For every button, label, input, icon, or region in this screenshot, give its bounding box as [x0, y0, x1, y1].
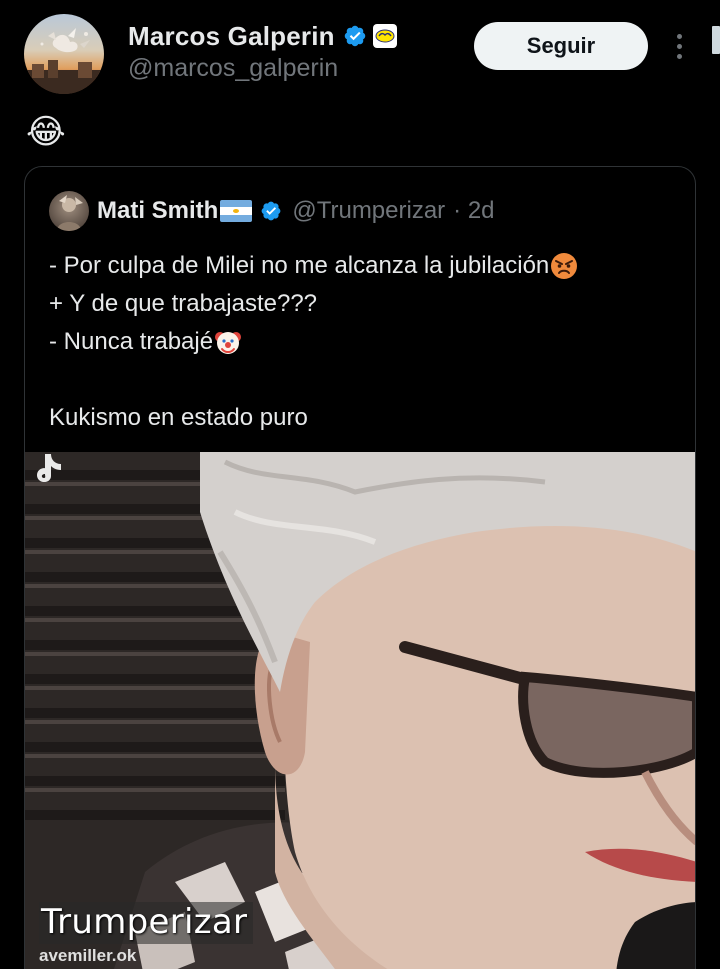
- dot: [676, 33, 682, 39]
- clown-face-icon: [215, 332, 242, 354]
- video-watermark-user: avemiller.ok: [39, 946, 137, 965]
- quoted-text: - Por culpa de Milei no me alcanza la ju…: [49, 247, 689, 437]
- quoted-display-name[interactable]: Mati Smith: [97, 197, 218, 225]
- more-options-icon[interactable]: [668, 28, 690, 64]
- quoted-line: + Y de que trabajaste???: [49, 285, 689, 323]
- avatar-image: [24, 28, 104, 94]
- quoted-line: - Por culpa de Milei no me alcanza la ju…: [49, 247, 689, 285]
- author-display-name[interactable]: Marcos Galperin: [128, 21, 335, 52]
- author-handle[interactable]: @marcos_galperin: [128, 54, 338, 83]
- follow-button[interactable]: Seguir: [474, 22, 648, 70]
- quoted-line-text: + Y de que trabajaste???: [49, 290, 318, 317]
- quoted-timestamp[interactable]: · 2d: [453, 197, 494, 225]
- quoted-line: Kukismo en estado puro: [49, 399, 689, 437]
- quoted-line-text: - Nunca trabajé: [49, 328, 214, 355]
- angry-face-icon: [551, 253, 578, 279]
- affiliate-logo-icon: [375, 29, 395, 43]
- verified-badge-icon[interactable]: [260, 200, 282, 222]
- quoted-video[interactable]: Trumperizar avemiller.ok: [25, 452, 695, 969]
- tweet-header: Marcos Galperin @marcos_galperin Seguir: [0, 0, 720, 110]
- quoted-avatar-image: [57, 195, 83, 231]
- verified-badge-icon[interactable]: [343, 24, 367, 48]
- author-avatar[interactable]: [24, 14, 104, 94]
- quoted-line: - Nunca trabajé: [49, 323, 689, 361]
- video-frame: [25, 452, 695, 969]
- quoted-line: [49, 361, 689, 399]
- quoted-header: Mati Smith @Trumperizar · 2d: [97, 191, 495, 231]
- tweet-view: Marcos Galperin @marcos_galperin Seguir …: [0, 0, 720, 969]
- quoted-handle[interactable]: @Trumperizar: [292, 197, 445, 225]
- author-name-row: Marcos Galperin: [128, 18, 397, 54]
- dot: [676, 53, 682, 59]
- scrollbar-edge[interactable]: [712, 26, 720, 54]
- quoted-line-text: Kukismo en estado puro: [49, 404, 308, 431]
- quoted-author-avatar[interactable]: [49, 191, 89, 231]
- argentina-flag-icon: [220, 200, 253, 222]
- dot: [676, 43, 682, 49]
- tiktok-logo-icon: [37, 454, 61, 482]
- quoted-line-text: - Por culpa de Milei no me alcanza la ju…: [49, 252, 550, 279]
- quoted-tweet[interactable]: Mati Smith @Trumperizar · 2d - Por culpa…: [24, 166, 696, 969]
- video-watermark-text: Trumperizar: [39, 902, 254, 944]
- affiliate-badge-icon[interactable]: [372, 24, 397, 48]
- tweet-text: 😂: [26, 113, 66, 151]
